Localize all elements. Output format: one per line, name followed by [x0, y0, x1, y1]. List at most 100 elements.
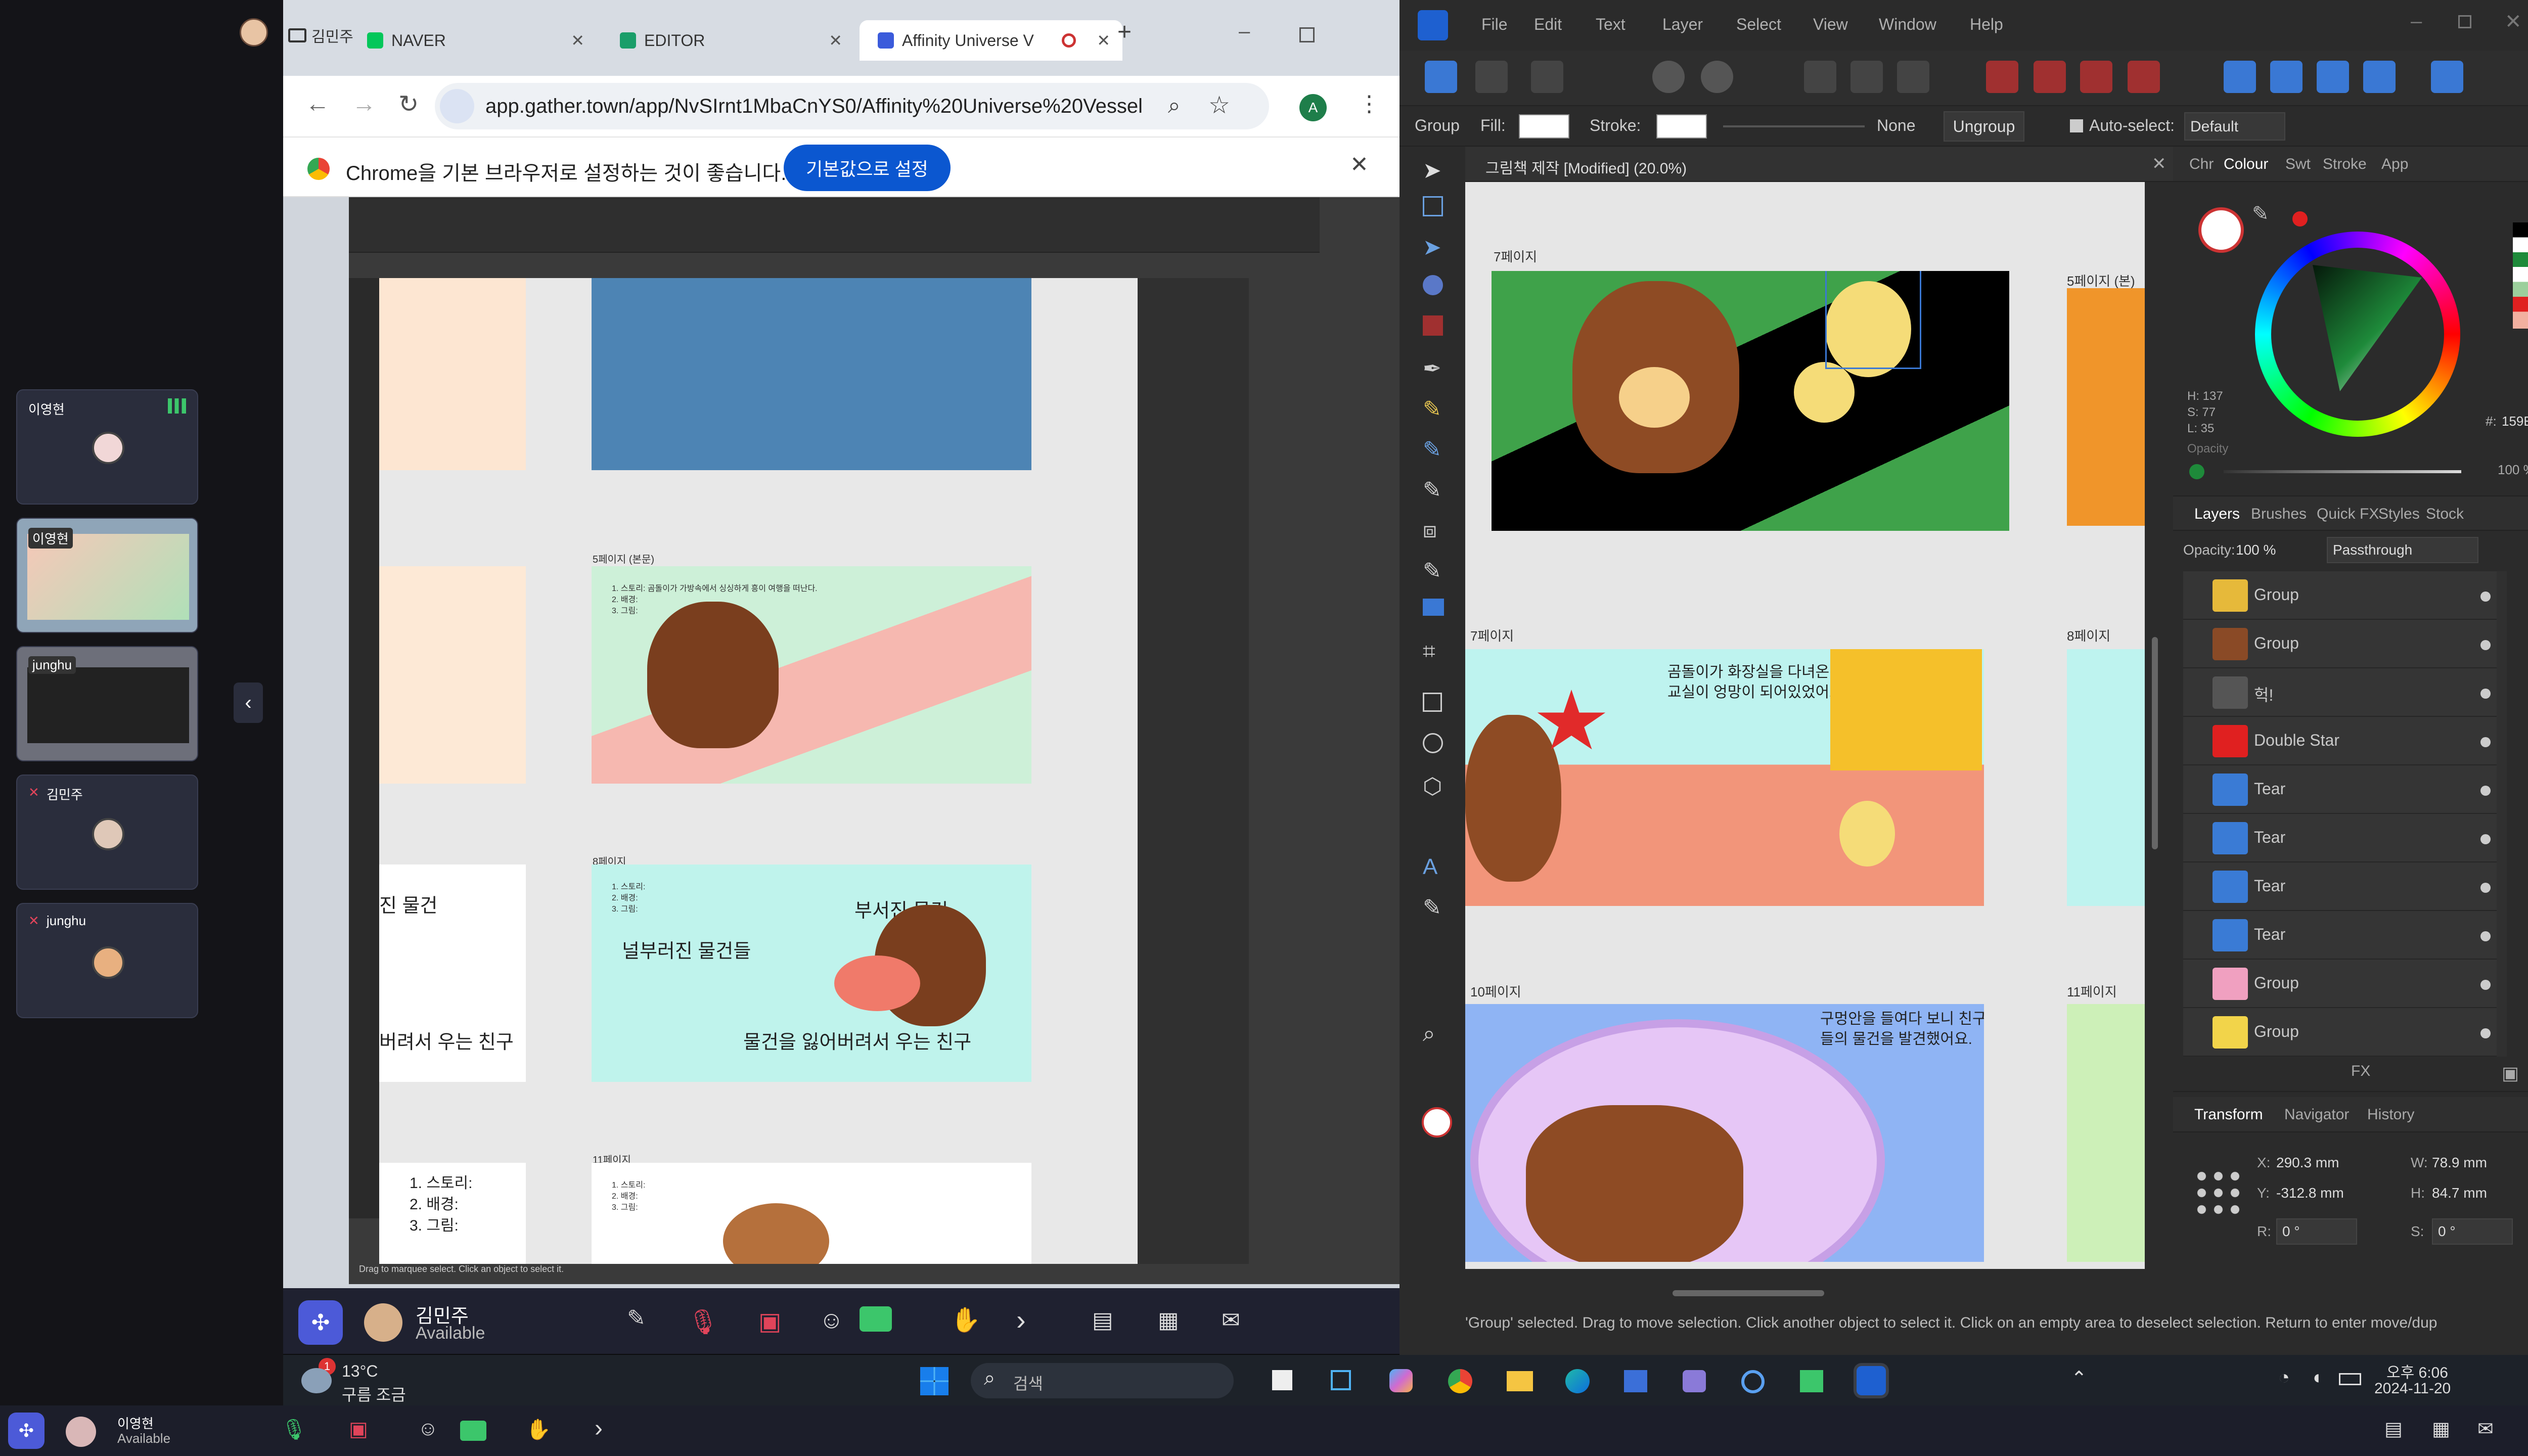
close-tab-icon[interactable]: ✕ — [571, 20, 584, 61]
minimize-icon[interactable]: – — [2411, 10, 2422, 33]
weather-icon[interactable] — [301, 1368, 332, 1393]
menu-edit[interactable]: Edit — [1534, 15, 1562, 34]
order-alt-icon[interactable] — [2363, 61, 2396, 93]
transform-x[interactable]: 290.3 mm — [2276, 1155, 2339, 1171]
tab-swatches[interactable]: Swt — [2285, 156, 2311, 173]
explorer-icon[interactable] — [1507, 1371, 1533, 1391]
boolean-xor-icon[interactable] — [2128, 61, 2160, 93]
move-tool-icon[interactable]: ➤ — [1423, 158, 1441, 184]
visibility-icon[interactable] — [2480, 883, 2491, 893]
wifi-icon[interactable]: ◔ — [2278, 1367, 2290, 1389]
transparency-tool-icon[interactable]: ✎ — [1423, 558, 1441, 584]
persona-pixel-icon[interactable] — [1475, 61, 1508, 93]
tab-brushes[interactable]: Brushes — [2251, 506, 2307, 523]
screen-share-icon[interactable] — [460, 1421, 486, 1441]
hand-icon[interactable]: ✋ — [526, 1418, 551, 1441]
maximize-icon[interactable] — [1299, 27, 1315, 42]
selection-box[interactable] — [1825, 271, 1921, 369]
zoom-tool-icon[interactable]: ⌕ — [1423, 1021, 1435, 1046]
emoji-icon[interactable]: ☺ — [418, 1418, 438, 1440]
layer-row[interactable]: 헉! — [2183, 668, 2497, 717]
layer-row[interactable]: Tear — [2183, 862, 2497, 911]
artboard-tool-icon[interactable] — [1423, 196, 1443, 216]
transform-r[interactable]: 0 ° — [2276, 1218, 2357, 1245]
menu-file[interactable]: File — [1481, 15, 1508, 34]
participant-tile[interactable]: ✕ 김민주 — [16, 775, 198, 890]
align-left-icon[interactable] — [2431, 61, 2463, 93]
tab-stroke[interactable]: Stroke — [2323, 156, 2367, 173]
pencil-tool-icon[interactable]: ✎ — [1423, 396, 1441, 422]
close-doc-icon[interactable]: ✕ — [2152, 154, 2166, 174]
ellipse-tool-icon[interactable] — [1423, 733, 1443, 753]
maximize-icon[interactable] — [2458, 15, 2471, 28]
emoji-icon[interactable]: ☺ — [819, 1306, 844, 1334]
snap-icon[interactable] — [1897, 61, 1929, 93]
clock-date[interactable]: 2024-11-20 — [2374, 1380, 2451, 1397]
visibility-icon[interactable] — [2480, 786, 2491, 796]
gather-user-avatar[interactable] — [240, 18, 268, 47]
boolean-subtract-icon[interactable] — [2034, 61, 2066, 93]
weather-desc[interactable]: 구름 조금 — [342, 1382, 406, 1405]
opacity-value[interactable]: 100 % — [2498, 462, 2528, 478]
stroke-swatch[interactable] — [1656, 114, 1707, 139]
close-tab-icon[interactable]: ✕ — [829, 20, 842, 61]
gather-logo-icon[interactable]: ✣ — [298, 1300, 343, 1345]
blend-mode-dropdown[interactable]: Passthrough — [2327, 537, 2478, 563]
tab-appearance[interactable]: App — [2381, 156, 2408, 173]
back-icon[interactable]: ← — [305, 90, 330, 118]
participants-icon[interactable]: ☻ — [2526, 1418, 2528, 1439]
taskbar-search[interactable]: ⌕ 검색 — [971, 1363, 1234, 1398]
weather-temp[interactable]: 13°C — [342, 1362, 378, 1381]
participant-tile[interactable]: ✕ junghu — [16, 903, 198, 1018]
participant-tile[interactable]: 이영현 — [16, 389, 198, 505]
anchor-selector[interactable] — [2193, 1168, 2244, 1218]
settings-alt-icon[interactable] — [1701, 61, 1733, 93]
calendar-icon[interactable]: ▦ — [2432, 1418, 2450, 1440]
hand-icon[interactable]: ✋ — [951, 1305, 981, 1334]
site-info-icon[interactable] — [440, 89, 474, 123]
menu-help[interactable]: Help — [1970, 15, 2003, 34]
crop-tool-icon[interactable]: ⌗ — [1423, 639, 1435, 664]
add-layer-icon[interactable]: ▣ — [2502, 1063, 2519, 1084]
chat-icon[interactable]: ✉ — [2477, 1418, 2494, 1440]
visibility-icon[interactable] — [2480, 592, 2491, 602]
expand-icon[interactable]: › — [1016, 1303, 1026, 1336]
tab-transform[interactable]: Transform — [2194, 1106, 2263, 1123]
affinity-taskbar-icon[interactable] — [1857, 1366, 1886, 1395]
expand-icon[interactable]: › — [595, 1415, 603, 1442]
transform-y[interactable]: -312.8 mm — [2276, 1185, 2344, 1201]
layer-opacity[interactable]: 100 % — [2236, 542, 2276, 558]
participant-tile[interactable]: junghu — [16, 646, 198, 761]
profile-avatar-icon[interactable]: A — [1299, 94, 1327, 121]
gather-taskbar-icon[interactable] — [1800, 1370, 1823, 1392]
layer-row[interactable]: Tear — [2183, 814, 2497, 862]
participant-tile[interactable]: 이영현 — [16, 518, 198, 633]
transform-h[interactable]: 84.7 mm — [2432, 1185, 2487, 1201]
transform-w[interactable]: 78.9 mm — [2432, 1155, 2487, 1171]
close-icon[interactable]: ✕ — [2505, 10, 2522, 33]
minimize-icon[interactable]: – — [1239, 20, 1250, 43]
screen-share-icon[interactable] — [860, 1306, 892, 1332]
camera-off-icon[interactable]: ▣ — [349, 1418, 368, 1441]
chrome-menu-icon[interactable]: ⋮ — [1358, 91, 1380, 117]
chat-icon[interactable]: ✉ — [1222, 1307, 1240, 1333]
recent-swatches[interactable] — [2513, 222, 2528, 329]
settings-icon[interactable] — [1652, 61, 1685, 93]
menu-text[interactable]: Text — [1596, 15, 1626, 34]
tab-layers[interactable]: Layers — [2194, 506, 2240, 523]
visibility-icon[interactable] — [2480, 980, 2491, 990]
edit-icon[interactable]: ✎ — [627, 1305, 646, 1331]
layer-row[interactable]: Tear — [2183, 911, 2497, 960]
pen-tool-icon[interactable]: ✒ — [1423, 356, 1441, 382]
url-text[interactable]: app.gather.town/app/NvSIrnt1MbaCnYS0/Aff… — [485, 95, 1143, 118]
app-icon[interactable] — [1683, 1370, 1706, 1392]
tab-navigator[interactable]: Navigator — [2284, 1106, 2349, 1123]
arrange-icon[interactable] — [1804, 61, 1836, 93]
persona-export-icon[interactable] — [1531, 61, 1563, 93]
place-image-icon[interactable] — [1423, 599, 1444, 616]
eyedropper-icon[interactable]: ✎ — [2252, 202, 2269, 225]
menu-select[interactable]: Select — [1736, 15, 1781, 34]
tab-quick-fx[interactable]: Quick FX — [2317, 506, 2379, 523]
tray-chevron-icon[interactable]: ⌃ — [2071, 1367, 2087, 1390]
layer-row[interactable]: Group — [2183, 620, 2497, 668]
